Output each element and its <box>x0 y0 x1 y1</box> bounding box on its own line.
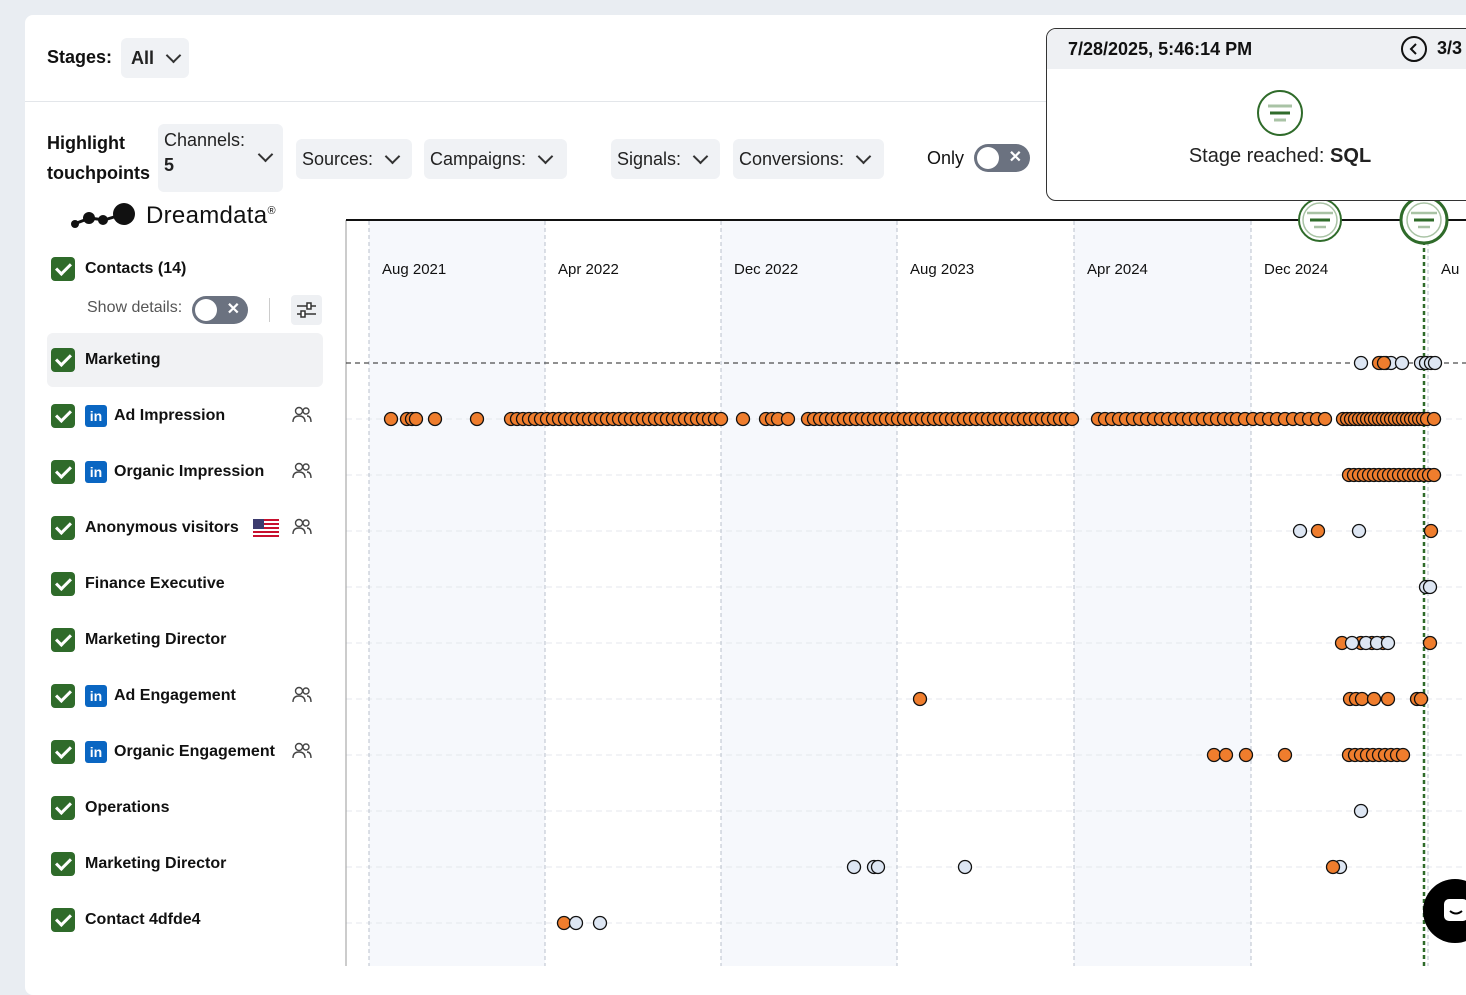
popup-pager: 3/3 <box>1437 38 1463 58</box>
chevron-down-icon <box>165 47 182 64</box>
settings-button[interactable] <box>291 295 322 325</box>
channel-label: Ad Engagement <box>114 687 236 704</box>
people-icon[interactable] <box>291 460 313 482</box>
sources-label: Sources: <box>302 148 374 169</box>
toggle-knob <box>195 299 217 321</box>
channel-row[interactable]: in Ad Engagement <box>47 669 323 723</box>
channel-checkbox[interactable] <box>51 348 75 372</box>
channel-row[interactable]: Contact 4dfde4 <box>47 893 323 947</box>
conversions-select[interactable]: Conversions: <box>733 139 884 179</box>
channel-label: Marketing <box>85 351 161 368</box>
channels-label: Channels: <box>164 130 246 150</box>
stages-value: All <box>131 47 155 68</box>
channel-label: Finance Executive <box>85 575 225 592</box>
people-icon[interactable] <box>291 516 313 538</box>
logo-text: Dreamdata® <box>146 202 276 229</box>
chevron-down-icon <box>537 148 554 165</box>
channel-label: Organic Impression <box>114 463 265 480</box>
divider <box>269 298 270 322</box>
chat-icon <box>1444 899 1466 921</box>
channel-checkbox[interactable] <box>51 852 75 876</box>
channel-row[interactable]: in Organic Impression <box>47 445 323 499</box>
channel-label: Organic Engagement <box>114 743 275 760</box>
channel-checkbox[interactable] <box>51 628 75 652</box>
linkedin-icon: in <box>85 461 107 483</box>
dreamdata-logo-icon <box>71 203 135 228</box>
close-icon: ✕ <box>1008 149 1022 166</box>
channel-row[interactable]: in Ad Impression <box>47 389 323 443</box>
show-details-toggle[interactable]: ✕ <box>192 296 248 324</box>
stages-label: Stages: <box>47 47 113 67</box>
channel-row[interactable]: Finance Executive <box>47 557 323 611</box>
channel-label: Operations <box>85 799 170 816</box>
chevron-down-icon <box>692 148 709 165</box>
channels-select[interactable]: Channels: 5 <box>158 124 283 192</box>
stage-icon <box>1257 90 1303 136</box>
conversions-label: Conversions: <box>739 148 845 169</box>
channel-row[interactable]: Operations <box>47 781 323 835</box>
channel-row[interactable]: in Organic Engagement <box>47 725 323 779</box>
linkedin-icon: in <box>85 741 107 763</box>
channel-label: Marketing Director <box>85 631 227 648</box>
signals-label: Signals: <box>617 148 682 169</box>
channels-value: 5 <box>164 155 175 175</box>
channel-label: Contact 4dfde4 <box>85 911 201 928</box>
chevron-down-icon <box>384 148 401 165</box>
linkedin-icon: in <box>85 685 107 707</box>
channel-row[interactable]: Marketing Director <box>47 837 323 891</box>
channel-checkbox[interactable] <box>51 740 75 764</box>
channel-label: Marketing Director <box>85 855 227 872</box>
contacts-checkbox[interactable] <box>51 257 75 281</box>
stages-select[interactable]: All <box>121 38 189 78</box>
sources-select[interactable]: Sources: <box>296 139 412 179</box>
touchpoint-popup: 7/28/2025, 5:46:14 PM 3/3 Stage reached:… <box>1046 28 1466 201</box>
people-icon[interactable] <box>291 740 313 762</box>
us-flag-icon <box>253 519 279 537</box>
popup-timestamp: 7/28/2025, 5:46:14 PM <box>1068 38 1253 59</box>
linkedin-icon: in <box>85 405 107 427</box>
dreamdata-logo: Dreamdata® <box>70 202 276 230</box>
toggle-knob <box>977 147 999 169</box>
stage-reached-text: Stage reached: SQL <box>1188 145 1372 167</box>
channel-checkbox[interactable] <box>51 684 75 708</box>
only-label: Only <box>927 148 965 168</box>
channel-row[interactable]: Anonymous visitors <box>47 501 323 555</box>
close-icon: ✕ <box>226 301 240 318</box>
show-details-label: Show details: <box>87 299 183 316</box>
channel-checkbox[interactable] <box>51 572 75 596</box>
channel-checkbox[interactable] <box>51 516 75 540</box>
channel-checkbox[interactable] <box>51 460 75 484</box>
contacts-row[interactable]: Contacts (14) <box>47 242 323 296</box>
contacts-label: Contacts (14) <box>85 260 187 277</box>
sliders-icon <box>297 302 316 318</box>
only-toggle[interactable]: ✕ <box>974 144 1030 172</box>
people-icon[interactable] <box>291 684 313 706</box>
highlight-touchpoints-label: Highlight touchpoints <box>47 133 150 183</box>
chevron-left-icon[interactable] <box>1400 35 1428 63</box>
people-icon[interactable] <box>291 404 313 426</box>
campaigns-label: Campaigns: <box>430 148 527 169</box>
channel-checkbox[interactable] <box>51 404 75 428</box>
channel-row[interactable]: Marketing Director <box>47 613 323 667</box>
chevron-down-icon <box>855 148 872 165</box>
popup-header: 7/28/2025, 5:46:14 PM 3/3 <box>1047 29 1466 69</box>
channel-checkbox[interactable] <box>51 908 75 932</box>
channel-label: Ad Impression <box>114 407 226 424</box>
channel-label: Anonymous visitors <box>85 519 239 536</box>
campaigns-select[interactable]: Campaigns: <box>424 139 567 179</box>
channel-checkbox[interactable] <box>51 796 75 820</box>
signals-select[interactable]: Signals: <box>611 139 720 179</box>
channel-row[interactable]: Marketing <box>47 333 323 387</box>
